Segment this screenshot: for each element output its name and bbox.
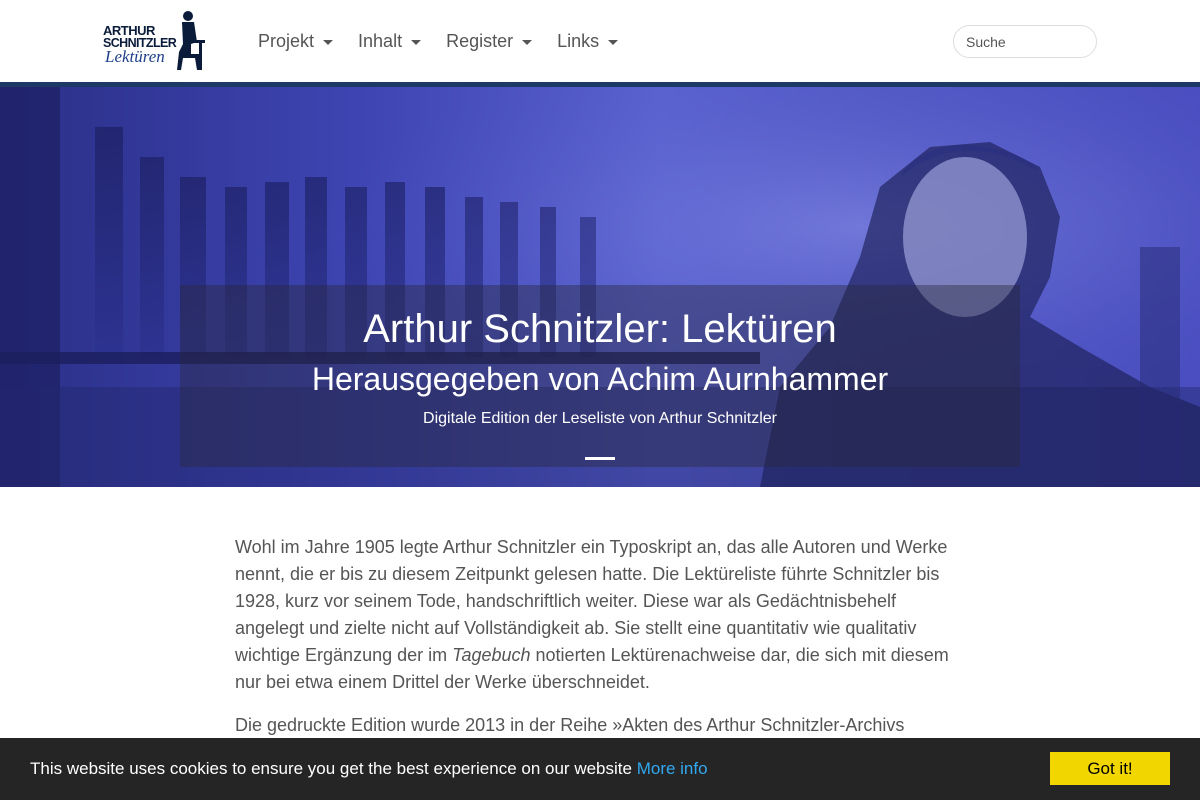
nav-projekt[interactable]: Projekt — [258, 28, 334, 54]
intro-paragraph-2: Die gedruckte Edition wurde 2013 in der … — [235, 715, 905, 735]
search-input[interactable] — [953, 25, 1097, 58]
nav-links-label: Links — [557, 30, 600, 51]
caret-down-icon — [323, 39, 334, 45]
nav-links[interactable]: Links — [557, 28, 619, 54]
intro-paragraph-1: Wohl im Jahre 1905 legte Arthur Schnitzl… — [235, 534, 965, 696]
more-info-link[interactable]: More info — [637, 759, 708, 778]
nav-register-label: Register — [446, 30, 514, 51]
nav-inhalt-label: Inhalt — [358, 30, 403, 51]
caret-down-icon — [522, 39, 533, 45]
seated-figure-icon — [177, 11, 205, 70]
nav-register[interactable]: Register — [446, 28, 533, 54]
navbar: ARTHUR SCHNITZLER Lektüren Projekt Inhal… — [0, 0, 1200, 82]
hero-title: Arthur Schnitzler: Lektüren — [363, 307, 837, 351]
intro-text: Wohl im Jahre 1905 legte Arthur Schnitzl… — [235, 534, 965, 755]
caret-down-icon — [411, 39, 422, 45]
nav-inhalt[interactable]: Inhalt — [358, 28, 422, 54]
hero-description: Digitale Edition der Leseliste von Arthu… — [423, 410, 777, 427]
caret-down-icon — [608, 39, 619, 45]
hero-subtitle: Herausgegeben von Achim Aurnhammer — [311, 361, 889, 397]
p1-tagebuch: Tagebuch — [452, 645, 531, 665]
cookie-banner: This website uses cookies to ensure you … — [0, 738, 1200, 800]
cookie-message: This website uses cookies to ensure you … — [30, 759, 708, 779]
carousel-indicator[interactable] — [585, 457, 615, 460]
cookie-accept-button[interactable]: Got it! — [1050, 752, 1170, 785]
cookie-message-text: This website uses cookies to ensure you … — [30, 759, 632, 778]
hero-caption: Arthur Schnitzler: Lektüren Herausgegebe… — [180, 285, 1020, 467]
main-nav: Projekt Inhalt Register Links — [258, 28, 643, 54]
hero-carousel: Arthur Schnitzler: Lektüren Herausgegebe… — [0, 87, 1200, 487]
logo-line-lektueren: Lektüren — [105, 47, 165, 66]
nav-projekt-label: Projekt — [258, 30, 315, 51]
site-logo[interactable]: ARTHUR SCHNITZLER Lektüren — [101, 10, 207, 72]
